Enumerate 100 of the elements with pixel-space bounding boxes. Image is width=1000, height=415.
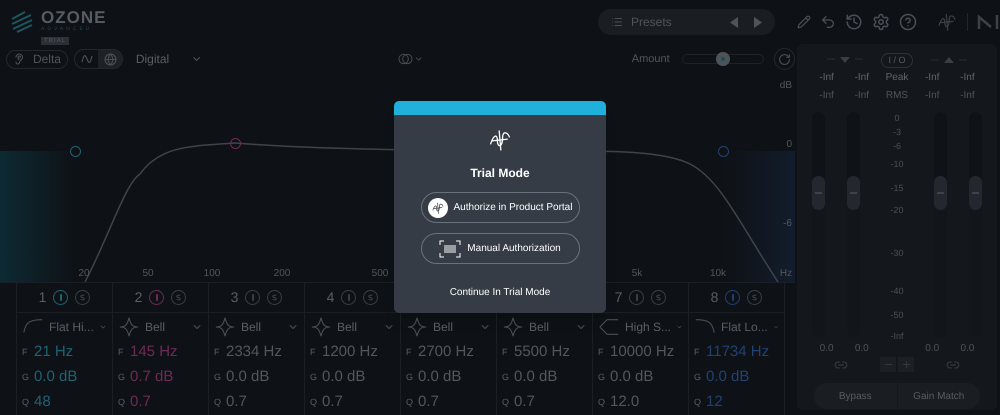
parameter-label: Q [598, 396, 605, 409]
parameter-value[interactable]: 2334 Hz [226, 341, 282, 364]
parameter-value[interactable]: 0.0 dB [34, 366, 78, 389]
continue-trial-link[interactable]: Continue In Trial Mode [450, 285, 550, 300]
parameter-label: F [406, 346, 412, 359]
parameter-value[interactable]: 0.7 [130, 391, 151, 414]
presets-bar[interactable]: Presets [598, 9, 775, 35]
band-number: 1 [38, 288, 46, 307]
parameter-value[interactable]: 2700 Hz [418, 341, 474, 364]
solo-icon[interactable] [651, 290, 666, 305]
parameter-value[interactable]: 12 [706, 391, 723, 414]
io-toggle[interactable]: I / O [881, 52, 912, 68]
filter-type-dropdown[interactable]: Bell [305, 313, 400, 340]
band-number: 7 [614, 288, 622, 307]
parameter-label: G [406, 370, 413, 384]
solo-icon[interactable] [171, 290, 186, 305]
parameter-value[interactable]: 21 Hz [34, 341, 74, 364]
gain-value[interactable]: 0.0 [809, 341, 844, 356]
filter-type-dropdown[interactable]: Bell [401, 313, 496, 340]
solo-icon[interactable] [75, 290, 90, 305]
filter-type-dropdown[interactable]: Bell [497, 313, 592, 340]
gain-value[interactable]: 0.0 [914, 341, 950, 356]
parameter-value[interactable]: 0.7 dB [130, 366, 174, 389]
history-icon[interactable] [845, 13, 863, 31]
slider-thumb[interactable] [716, 52, 730, 66]
parameter-value[interactable]: 1200 Hz [322, 341, 378, 364]
gain-value[interactable]: 0.0 [844, 341, 880, 356]
parameter-value[interactable]: 0.7 [322, 391, 343, 414]
amount-label: Amount [632, 52, 670, 67]
pencil-icon[interactable] [797, 15, 811, 29]
frequency-label: 200 [274, 267, 290, 281]
band-power-icon[interactable] [725, 290, 740, 305]
fader-thumb[interactable] [812, 176, 825, 210]
fader-thumb[interactable] [934, 176, 947, 210]
parameter-label: Q [118, 396, 125, 409]
help-icon[interactable] [899, 13, 917, 31]
previous-icon[interactable] [730, 16, 738, 28]
parameter-value[interactable]: 11734 Hz [706, 341, 770, 364]
frequency-label: 10k [710, 267, 726, 281]
amount-slider[interactable] [682, 54, 764, 64]
parameter-label: Q [502, 396, 509, 409]
scale-label: -3 [892, 126, 902, 139]
parameter-value[interactable]: 0.0 dB [322, 366, 366, 389]
next-icon[interactable] [754, 16, 762, 28]
parameter-label: G [118, 370, 125, 384]
parameter-value[interactable]: 10000 Hz [610, 341, 674, 364]
minus-button[interactable] [880, 357, 896, 372]
barcode-scan-icon [439, 240, 462, 258]
bypass-button[interactable]: Bypass [814, 383, 898, 409]
parameter-value[interactable]: 5500 Hz [514, 341, 570, 364]
filter-shape-icon [502, 316, 524, 338]
fader-thumb[interactable] [847, 176, 860, 210]
mode-dropdown[interactable]: Digital [136, 50, 170, 68]
solo-icon[interactable] [747, 290, 762, 305]
parameter-value[interactable]: 0.0 dB [706, 366, 750, 389]
eq-node[interactable] [230, 138, 241, 149]
reset-button[interactable] [774, 48, 796, 70]
filter-type-dropdown[interactable]: Flat Lo... [689, 313, 784, 340]
filter-type-dropdown[interactable]: Bell [113, 313, 208, 340]
dialog-title: Trial Mode [470, 165, 530, 182]
parameter-value[interactable]: 0.7 [514, 391, 535, 414]
parameter-value[interactable]: 0.0 dB [514, 366, 558, 389]
parameter-value[interactable]: 145 Hz [130, 341, 178, 364]
gain-match-button[interactable]: Gain Match [898, 383, 980, 409]
filter-type-dropdown[interactable]: Flat Hi... [17, 313, 112, 340]
solo-icon[interactable] [267, 290, 282, 305]
filter-shape-icon [406, 316, 428, 338]
plus-icon [900, 359, 912, 370]
frequency-label: 5k [632, 267, 642, 281]
parameter-value[interactable]: 48 [34, 391, 51, 414]
gain-value[interactable]: 0.0 [950, 341, 985, 356]
band-power-icon[interactable] [245, 290, 260, 305]
stereo-icon[interactable] [398, 53, 414, 65]
eq-node[interactable] [70, 146, 81, 157]
meter-reading: -Inf [924, 70, 940, 84]
band-power-icon[interactable] [149, 290, 164, 305]
filter-type-dropdown[interactable]: Bell [209, 313, 304, 340]
band-power-icon[interactable] [341, 290, 356, 305]
authorize-portal-button[interactable]: Authorize in Product Portal [420, 192, 580, 223]
parameter-value[interactable]: 0.0 dB [418, 366, 462, 389]
band-power-icon[interactable] [629, 290, 644, 305]
parameter-value[interactable]: 0.7 [418, 391, 439, 414]
parameter-label: G [310, 370, 317, 384]
filter-type-dropdown[interactable]: High S... [593, 313, 688, 340]
parameter-value[interactable]: 0.0 dB [226, 366, 270, 389]
band-power-icon[interactable] [53, 290, 68, 305]
plus-button[interactable] [898, 357, 914, 372]
parameter-label: Q [22, 396, 29, 409]
scale-label: -20 [889, 204, 904, 217]
globe-view-button[interactable] [98, 50, 122, 68]
parameter-value[interactable]: 0.7 [226, 391, 247, 414]
delta-button[interactable]: Delta [6, 50, 68, 68]
settings-icon[interactable] [872, 13, 890, 31]
parameter-value[interactable]: 12.0 [610, 391, 640, 414]
eq-node[interactable] [718, 146, 729, 157]
fader-thumb[interactable] [969, 176, 982, 210]
undo-icon[interactable] [820, 14, 836, 30]
solo-icon[interactable] [363, 290, 378, 305]
parameter-value[interactable]: 0.0 dB [610, 366, 654, 389]
manual-authorization-button[interactable]: Manual Authorization [420, 233, 580, 264]
